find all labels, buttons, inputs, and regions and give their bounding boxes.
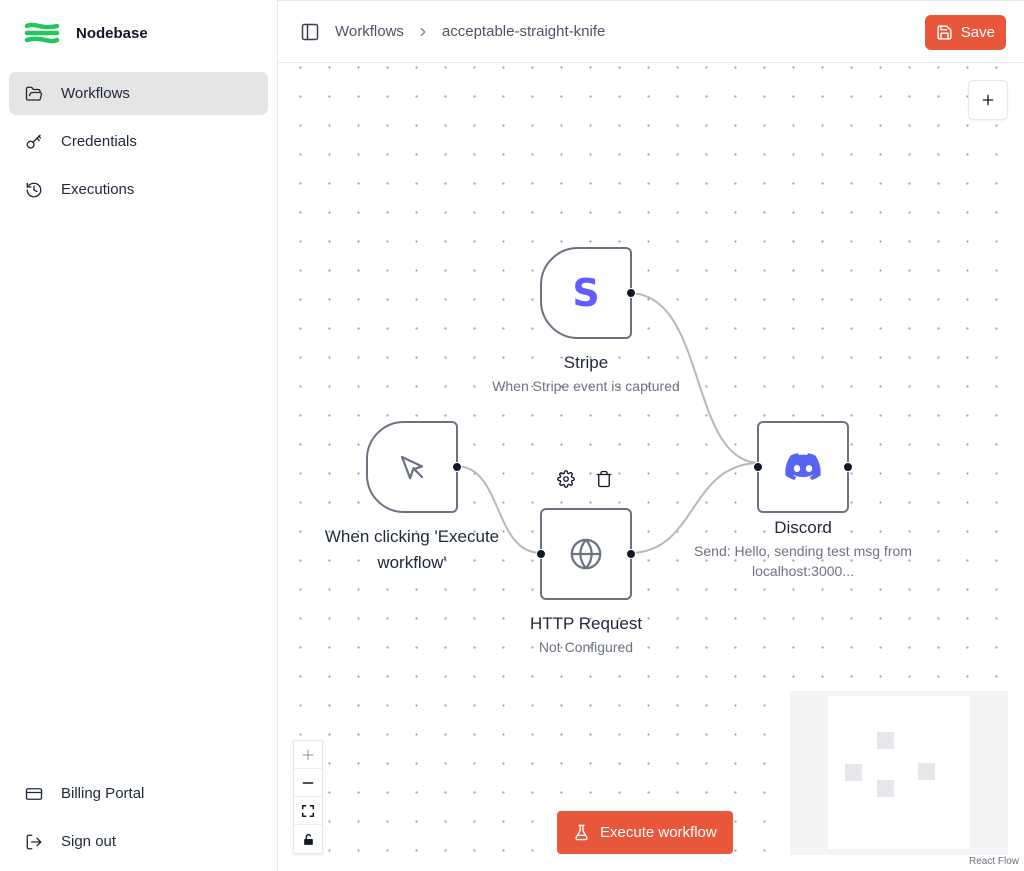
node-stripe[interactable]: S [540,247,636,339]
breadcrumb-workflows-link[interactable]: Workflows [335,23,404,40]
sidebar-item-workflows[interactable]: Workflows [9,72,268,115]
key-icon [26,134,42,149]
zoom-in-button[interactable] [294,741,322,769]
toggle-interactivity-button[interactable] [294,825,322,853]
node-title: Discord [774,518,832,537]
node-input-handle[interactable] [536,549,546,559]
lock-open-icon [303,833,313,845]
node-output-handle[interactable] [626,549,636,559]
execute-workflow-label: Execute workflow [600,824,717,841]
globe-icon [570,538,602,570]
cursor-click-icon [400,455,424,480]
node-output-handle[interactable] [452,462,462,472]
zoom-out-button[interactable] [294,769,322,797]
node-title: When clicking 'Execute workflow' [324,527,500,572]
fit-view-button[interactable] [294,797,322,825]
log-out-icon [26,834,42,849]
node-subtitle: When Stripe event is captured [492,378,680,394]
sidebar-item-credentials[interactable]: Credentials [9,120,268,163]
save-button-label: Save [960,24,995,41]
flask-icon [575,824,588,841]
react-flow-attribution[interactable]: React Flow [966,856,1021,867]
canvas-controls [293,740,323,854]
save-button[interactable]: Save [924,15,1006,50]
workflow-canvas[interactable]: S Stripe When Stripe event is captured W… [278,63,1024,871]
node-http-request[interactable] [536,508,636,600]
minimap-node [845,764,862,781]
svg-text:S: S [572,273,599,313]
node-output-handle[interactable] [626,288,636,298]
minus-icon [302,781,314,784]
execute-workflow-button[interactable]: Execute workflow [557,811,733,854]
minimap-node [877,780,894,797]
nodebase-logo-icon [24,22,60,44]
credit-card-icon [25,787,43,800]
brand[interactable]: Nodebase [24,18,148,48]
folder-open-icon [25,86,43,101]
discord-icon [785,453,821,480]
brand-name: Nodebase [76,24,148,42]
node-manual-trigger[interactable] [366,421,462,513]
minimap[interactable] [790,691,1008,855]
node-toolbar [557,470,613,488]
app-window: Nodebase Workflows Credentials Execution… [0,0,1024,871]
node-input-handle[interactable] [753,462,763,472]
node-discord[interactable] [753,421,853,513]
history-icon [26,182,42,197]
sidebar-item-executions[interactable]: Executions [9,168,268,211]
node-title: Stripe [563,353,609,372]
sidebar-item-sign-out[interactable]: Sign out [9,820,268,863]
chevron-right-icon [420,27,426,36]
sidebar-item-label: Credentials [61,133,137,150]
save-icon [937,25,952,40]
node-subtitle: Not Configured [538,639,634,655]
header: Workflows acceptable-straight-knife Save [278,0,1024,63]
sidebar-item-label: Sign out [61,833,117,850]
trash-icon[interactable] [595,470,613,488]
minimap-node [877,732,894,749]
breadcrumb: Workflows acceptable-straight-knife [335,23,605,40]
settings-icon[interactable] [557,470,575,488]
plus-icon [302,749,314,760]
node-output-handle[interactable] [843,462,853,472]
sidebar-item-label: Workflows [61,85,130,102]
sidebar: Nodebase Workflows Credentials Execution… [0,0,278,871]
minimap-node [918,763,935,780]
breadcrumb-workflow-name[interactable]: acceptable-straight-knife [442,23,605,40]
sidebar-item-label: Executions [61,181,135,198]
stripe-icon: S [572,273,599,313]
node-title: HTTP Request [529,614,643,633]
node-subtitle: Send: Hello, sending test msg from local… [694,543,912,579]
sidebar-item-billing-portal[interactable]: Billing Portal [9,772,268,815]
sidebar-toggle-icon[interactable] [300,22,320,42]
sidebar-item-label: Billing Portal [61,785,145,802]
fit-view-icon [301,804,315,817]
